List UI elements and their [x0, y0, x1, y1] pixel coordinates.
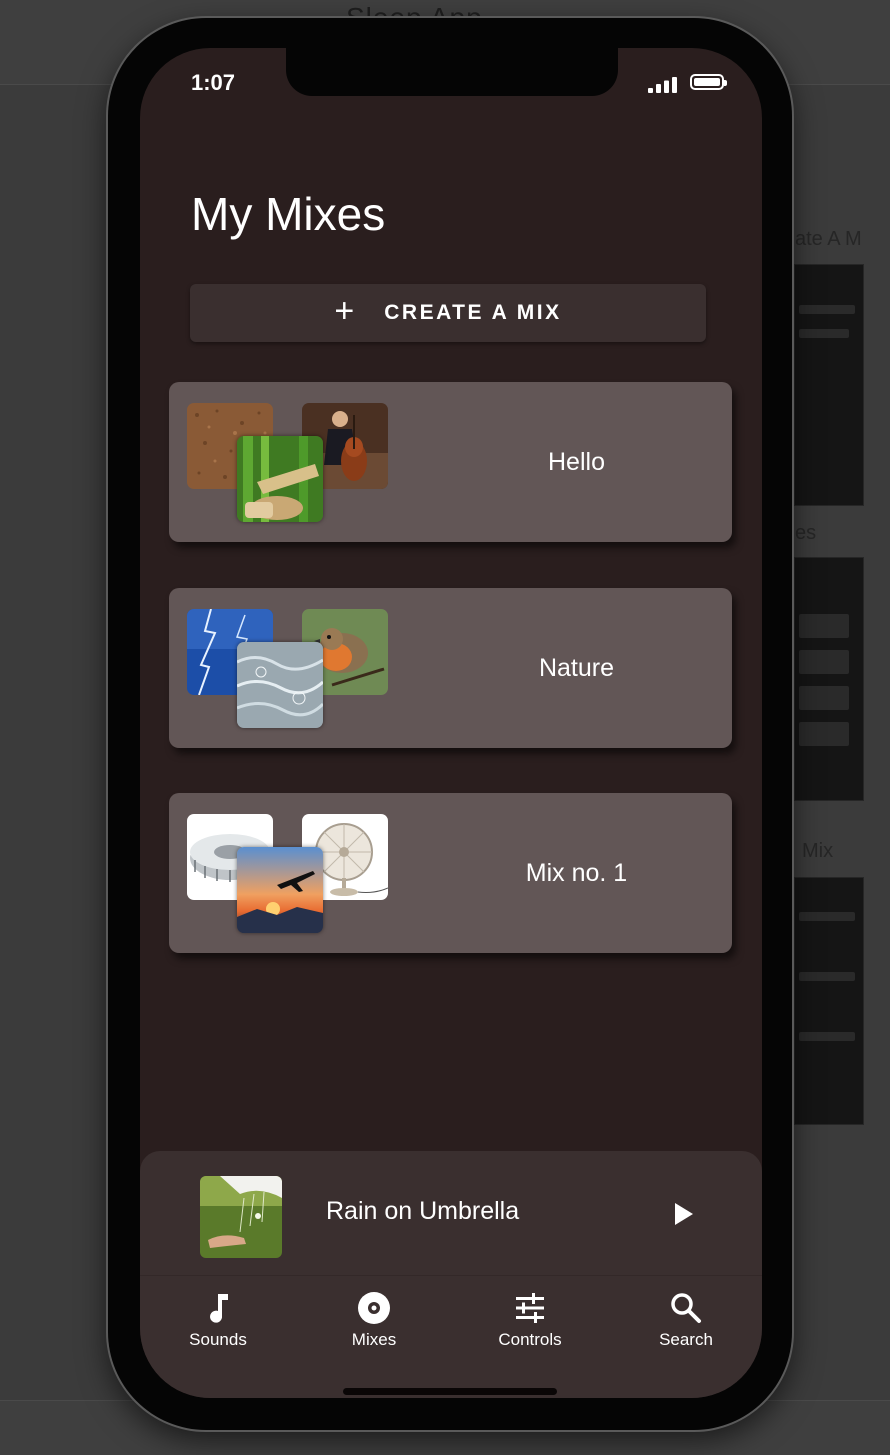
- disc-icon: [358, 1292, 390, 1324]
- notch: [286, 48, 618, 96]
- tab-controls[interactable]: Controls: [470, 1290, 590, 1350]
- mix-card-mix-no-1[interactable]: Mix no. 1: [169, 793, 732, 953]
- canvas-frame-label: ate A M: [795, 228, 862, 250]
- bamboo-fountain-thumbnail: [237, 436, 323, 522]
- phone-frame: 1:07 My Mixes + CREATE A MIX Hello Natur…: [108, 18, 792, 1430]
- canvas-frame-thumbnail: [794, 877, 864, 1125]
- canvas-frame-thumbnail: [794, 264, 864, 506]
- mix-card-hello[interactable]: Hello: [169, 382, 732, 542]
- create-mix-button[interactable]: + CREATE A MIX: [190, 284, 706, 342]
- now-playing-bar[interactable]: Rain on Umbrella: [140, 1151, 762, 1275]
- music-note-icon: [210, 1294, 228, 1323]
- tab-mixes[interactable]: Mixes: [314, 1290, 434, 1350]
- canvas-frame-thumbnail: [794, 557, 864, 801]
- mix-thumbnails: [187, 609, 389, 729]
- tab-label: Mixes: [351, 1330, 397, 1349]
- rain-umbrella-thumbnail: [200, 1176, 282, 1258]
- play-icon[interactable]: [668, 1199, 698, 1229]
- tab-label: Search: [659, 1330, 713, 1349]
- rain-water-thumbnail: [237, 642, 323, 728]
- mix-name: Mix no. 1: [525, 858, 628, 887]
- phone-screen: 1:07 My Mixes + CREATE A MIX Hello Natur…: [140, 48, 762, 1398]
- search-icon: [671, 1293, 701, 1323]
- tab-bar: Sounds Mixes Controls Search: [140, 1275, 762, 1398]
- mix-thumbnails: [187, 814, 389, 934]
- mix-card-nature[interactable]: Nature: [169, 588, 732, 748]
- mix-thumbnails: [187, 403, 389, 523]
- create-mix-label: CREATE A MIX: [384, 301, 562, 324]
- mix-name: Nature: [538, 653, 615, 682]
- cellular-signal-icon: [648, 77, 677, 93]
- sliders-icon: [516, 1293, 544, 1323]
- tab-label: Sounds: [189, 1330, 247, 1349]
- canvas-frame-label: Mix: [802, 840, 834, 862]
- tab-label: Controls: [498, 1330, 562, 1349]
- plus-icon: +: [334, 292, 355, 330]
- airplane-sunset-thumbnail: [237, 847, 323, 933]
- mix-name: Hello: [548, 447, 605, 476]
- page-title: My Mixes: [191, 188, 386, 240]
- battery-icon: [690, 74, 727, 90]
- home-indicator: [343, 1388, 557, 1395]
- canvas-frame-label: es: [795, 522, 817, 544]
- tab-sounds[interactable]: Sounds: [158, 1290, 278, 1350]
- now-playing-title: Rain on Umbrella: [326, 1197, 520, 1225]
- status-time: 1:07: [191, 70, 236, 95]
- tab-search[interactable]: Search: [626, 1290, 746, 1350]
